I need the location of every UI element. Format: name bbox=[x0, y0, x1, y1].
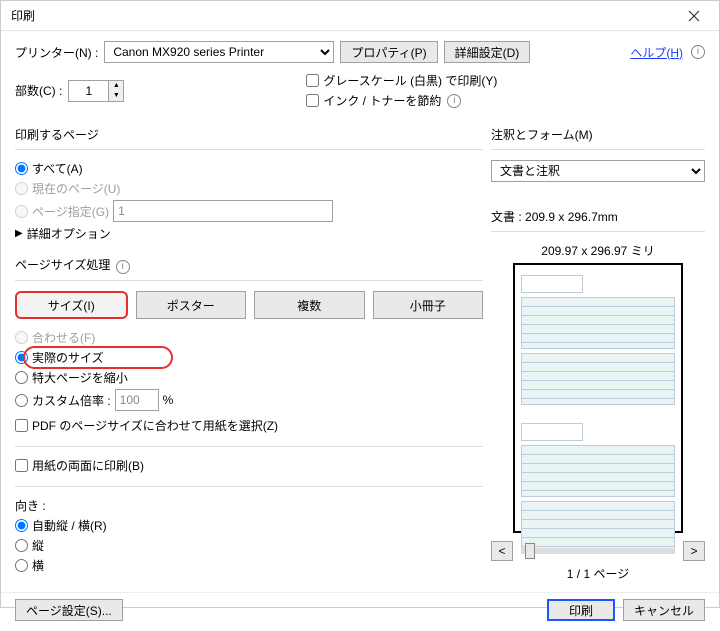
size-handling-label: ページサイズ処理 bbox=[15, 258, 110, 272]
orient-landscape-radio[interactable] bbox=[15, 559, 28, 572]
page-indicator: 1 / 1 ページ bbox=[491, 565, 705, 582]
printer-select[interactable]: Canon MX920 series Printer bbox=[104, 41, 334, 63]
copies-label: 部数(C) : bbox=[15, 82, 62, 99]
custom-scale-input bbox=[115, 389, 159, 411]
actual-size-label: 実際のサイズ bbox=[32, 349, 104, 366]
fit-radio bbox=[15, 331, 28, 344]
properties-button[interactable]: プロパティ(P) bbox=[340, 41, 437, 63]
pdf-match-checkbox[interactable] bbox=[15, 419, 28, 432]
info-icon[interactable]: i bbox=[447, 94, 461, 108]
duplex-checkbox[interactable] bbox=[15, 459, 28, 472]
copies-input[interactable] bbox=[68, 80, 108, 102]
close-button[interactable] bbox=[673, 2, 715, 30]
cancel-button[interactable]: キャンセル bbox=[623, 599, 705, 621]
help-link[interactable]: ヘルプ(H) bbox=[630, 44, 683, 61]
close-icon bbox=[688, 10, 700, 22]
orientation-label: 向き : bbox=[15, 497, 483, 514]
page-setup-button[interactable]: ページ設定(S)... bbox=[15, 599, 123, 621]
document-label: 文書 : bbox=[491, 210, 522, 224]
prev-page-button[interactable]: < bbox=[491, 541, 513, 561]
savetoner-checkbox[interactable] bbox=[306, 94, 319, 107]
tab-booklet[interactable]: 小冊子 bbox=[373, 291, 484, 319]
preview-size: 209.97 x 296.97 ミリ bbox=[491, 242, 705, 259]
pages-all-radio[interactable] bbox=[15, 162, 28, 175]
pages-range-label: ページ指定(G) bbox=[32, 203, 109, 220]
triangle-right-icon: ▶ bbox=[15, 228, 23, 239]
tab-size[interactable]: サイズ(I) bbox=[15, 291, 128, 319]
pages-current-label: 現在のページ(U) bbox=[32, 180, 120, 197]
grayscale-checkbox[interactable] bbox=[306, 74, 319, 87]
pages-range-input bbox=[113, 200, 333, 222]
copies-up[interactable]: ▲ bbox=[109, 81, 123, 91]
pages-range-radio bbox=[15, 205, 28, 218]
orient-auto-radio[interactable] bbox=[15, 519, 28, 532]
page-preview bbox=[513, 263, 683, 533]
grayscale-label: グレースケール (白黒) で印刷(Y) bbox=[323, 72, 497, 89]
info-icon[interactable]: i bbox=[116, 260, 130, 274]
window-title: 印刷 bbox=[11, 7, 673, 24]
printer-label: プリンター(N) : bbox=[15, 44, 98, 61]
pages-all-label: すべて(A) bbox=[32, 160, 83, 177]
actual-size-radio[interactable] bbox=[15, 351, 28, 364]
advanced-button[interactable]: 詳細設定(D) bbox=[444, 41, 531, 63]
orient-portrait-radio[interactable] bbox=[15, 539, 28, 552]
comments-label: 注釈とフォーム(M) bbox=[491, 126, 705, 143]
next-page-button[interactable]: > bbox=[683, 541, 705, 561]
tab-multi[interactable]: 複数 bbox=[254, 291, 365, 319]
print-button[interactable]: 印刷 bbox=[547, 599, 615, 621]
tab-poster[interactable]: ポスター bbox=[136, 291, 247, 319]
help-icon[interactable]: i bbox=[691, 45, 705, 59]
pages-group-title: 印刷するページ bbox=[15, 126, 483, 143]
document-size: 209.9 x 296.7mm bbox=[525, 210, 618, 224]
shrink-radio[interactable] bbox=[15, 371, 28, 384]
pages-current-radio bbox=[15, 182, 28, 195]
comments-select[interactable]: 文書と注釈 bbox=[491, 160, 705, 182]
copies-down[interactable]: ▼ bbox=[109, 91, 123, 101]
savetoner-label: インク / トナーを節約 bbox=[323, 92, 441, 109]
custom-scale-radio[interactable] bbox=[15, 394, 28, 407]
page-slider[interactable] bbox=[521, 548, 675, 554]
copies-spinner[interactable]: ▲ ▼ bbox=[68, 80, 124, 102]
advanced-options-expander[interactable]: ▶ 詳細オプション bbox=[15, 225, 483, 242]
